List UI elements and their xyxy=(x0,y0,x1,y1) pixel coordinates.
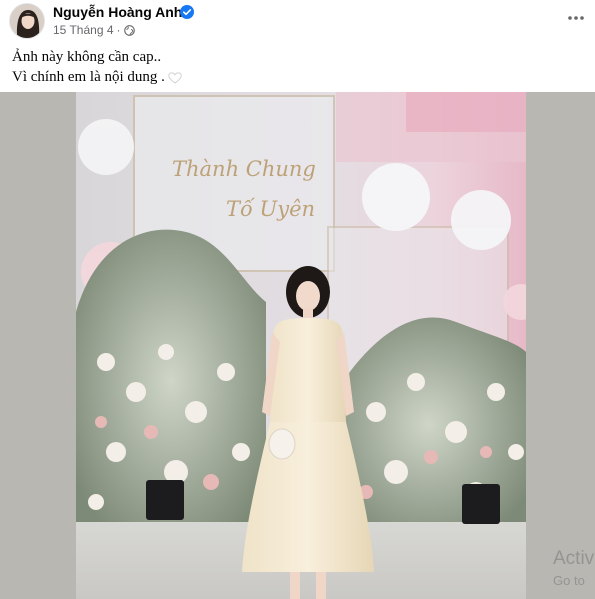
sign-name-bride: Tố Uyên xyxy=(226,197,315,221)
author-avatar[interactable] xyxy=(9,3,45,39)
white-heart-emoji xyxy=(168,71,182,84)
watermark-line2: Go to xyxy=(553,573,585,588)
photo-image: Thành Chung Tố Uyên xyxy=(76,92,526,599)
post-caption: Ảnh này không cần cap.. Vì chính em là n… xyxy=(12,47,182,87)
post-header: Nguyễn Hoàng Anh 15 Tháng 4 · xyxy=(0,0,595,40)
activate-windows-watermark: Activ Go to xyxy=(553,549,594,591)
post-photo[interactable]: Thành Chung Tố Uyên xyxy=(76,92,526,599)
photo-frame: Thành Chung Tố Uyên xyxy=(0,92,595,599)
caption-text: Vì chính em là nội dung . xyxy=(12,69,165,85)
post-date[interactable]: 15 Tháng 4 xyxy=(53,23,114,37)
caption-line: Ảnh này không cần cap.. xyxy=(12,49,162,65)
post-meta: 15 Tháng 4 · xyxy=(53,23,135,37)
caption-line: Vì chính em là nội dung . xyxy=(12,67,182,87)
sign-name-groom: Thành Chung xyxy=(172,157,316,181)
more-options-icon[interactable] xyxy=(562,6,590,30)
author-name[interactable]: Nguyễn Hoàng Anh xyxy=(53,4,182,20)
avatar-image xyxy=(10,4,44,38)
meta-separator: · xyxy=(116,23,121,37)
globe-icon[interactable] xyxy=(123,24,135,36)
watermark-line1: Activ xyxy=(553,548,595,569)
verified-badge-icon xyxy=(180,5,194,19)
